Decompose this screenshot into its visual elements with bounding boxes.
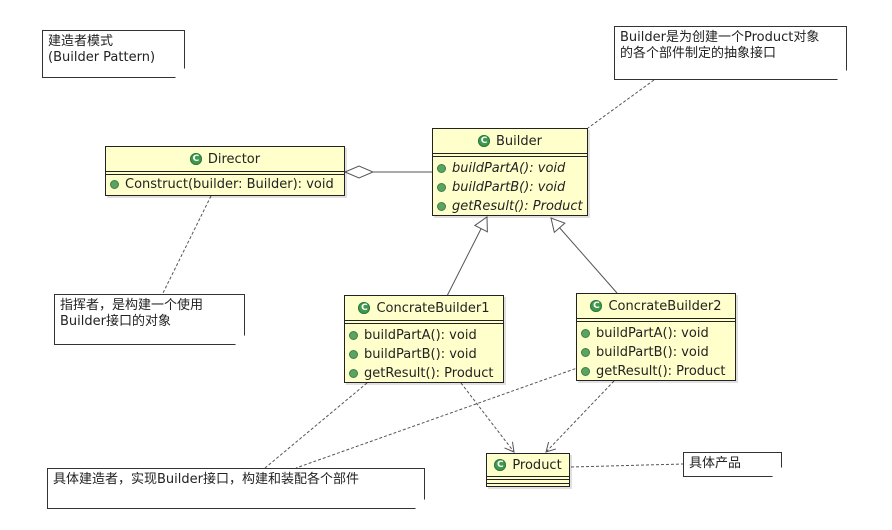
note-line: 具体建造者，实现Builder接口，构建和装配各个部件 [53, 472, 359, 487]
public-operation-icon [581, 367, 590, 376]
public-operation-icon [581, 348, 590, 357]
class-icon: C [478, 135, 490, 147]
operation[interactable]: buildPartB(): void [437, 178, 583, 197]
note-line: 建造者模式 [48, 34, 114, 49]
operation[interactable]: getResult(): Product [437, 197, 583, 216]
dependency-concrete1-product [460, 382, 515, 453]
note-line: Builder是为创建一个Product对象 [620, 30, 820, 45]
empty-operations-compartment [487, 483, 569, 487]
class-icon: C [189, 153, 202, 165]
public-operation-icon [349, 331, 358, 340]
class-header: C Product [487, 454, 569, 480]
note-line: Builder接口的对象 [60, 314, 171, 329]
class-concrate-builder-2[interactable]: C ConcrateBuilder2 buildPartA(): void bu… [576, 293, 736, 381]
public-operation-icon [581, 329, 590, 338]
note-link-director [162, 195, 212, 294]
operation[interactable]: getResult(): Product [581, 362, 731, 381]
class-name: Product [512, 457, 562, 473]
public-operation-icon [349, 369, 358, 378]
class-name: ConcrateBuilder2 [608, 298, 722, 314]
class-icon: C [590, 300, 603, 312]
note-line: 指挥者，是构建一个使用 [60, 298, 204, 313]
public-operation-icon [437, 202, 446, 211]
operation[interactable]: buildPartA(): void [349, 326, 499, 345]
dependency-concrete2-product [545, 380, 615, 453]
public-operation-icon [437, 164, 446, 173]
note-line: (Builder Pattern) [48, 50, 156, 65]
class-header: C ConcrateBuilder1 [345, 296, 503, 324]
note-director: 指挥者，是构建一个使用 Builder接口的对象 [54, 294, 245, 345]
operation[interactable]: getResult(): Product [349, 364, 499, 383]
note-line: 的各个部件制定的抽象接口 [620, 46, 777, 61]
note-product: 具体产品 [683, 452, 782, 477]
class-icon: C [358, 302, 371, 314]
generalization-concrete2-builder [550, 217, 618, 294]
public-operation-icon [437, 183, 446, 192]
class-name: Builder [496, 133, 542, 149]
public-operation-icon [110, 180, 119, 189]
operation[interactable]: buildPartA(): void [437, 159, 583, 178]
note-link-concrete1 [264, 382, 368, 469]
generalization-concrete1-builder [446, 216, 488, 297]
class-header: C Director [106, 147, 344, 175]
note-line: 具体产品 [689, 456, 742, 471]
operation[interactable]: buildPartB(): void [349, 345, 499, 364]
class-name: ConcrateBuilder1 [376, 300, 490, 316]
operation[interactable]: Construct(builder: Builder): void [110, 175, 340, 194]
note-link-builder [587, 79, 655, 129]
class-header: C ConcrateBuilder2 [577, 294, 735, 322]
class-concrate-builder-1[interactable]: C ConcrateBuilder1 buildPartA(): void bu… [344, 295, 504, 383]
note-builder: Builder是为创建一个Product对象 的各个部件制定的抽象接口 [614, 26, 847, 80]
operation[interactable]: buildPartB(): void [581, 343, 731, 362]
class-product[interactable]: C Product [486, 453, 570, 487]
public-operation-icon [349, 350, 358, 359]
operation[interactable]: buildPartA(): void [581, 324, 731, 343]
note-title: 建造者模式 (Builder Pattern) [42, 30, 185, 78]
note-concrete-builder: 具体建造者，实现Builder接口，构建和装配各个部件 [47, 468, 425, 509]
class-director[interactable]: C Director Construct(builder: Builder): … [105, 146, 345, 196]
class-builder[interactable]: C Builder buildPartA(): void buildPartB(… [432, 128, 588, 216]
class-icon: C [494, 459, 507, 471]
class-name: Director [207, 151, 261, 167]
class-header: C Builder [433, 129, 587, 157]
note-link-product [570, 463, 684, 468]
